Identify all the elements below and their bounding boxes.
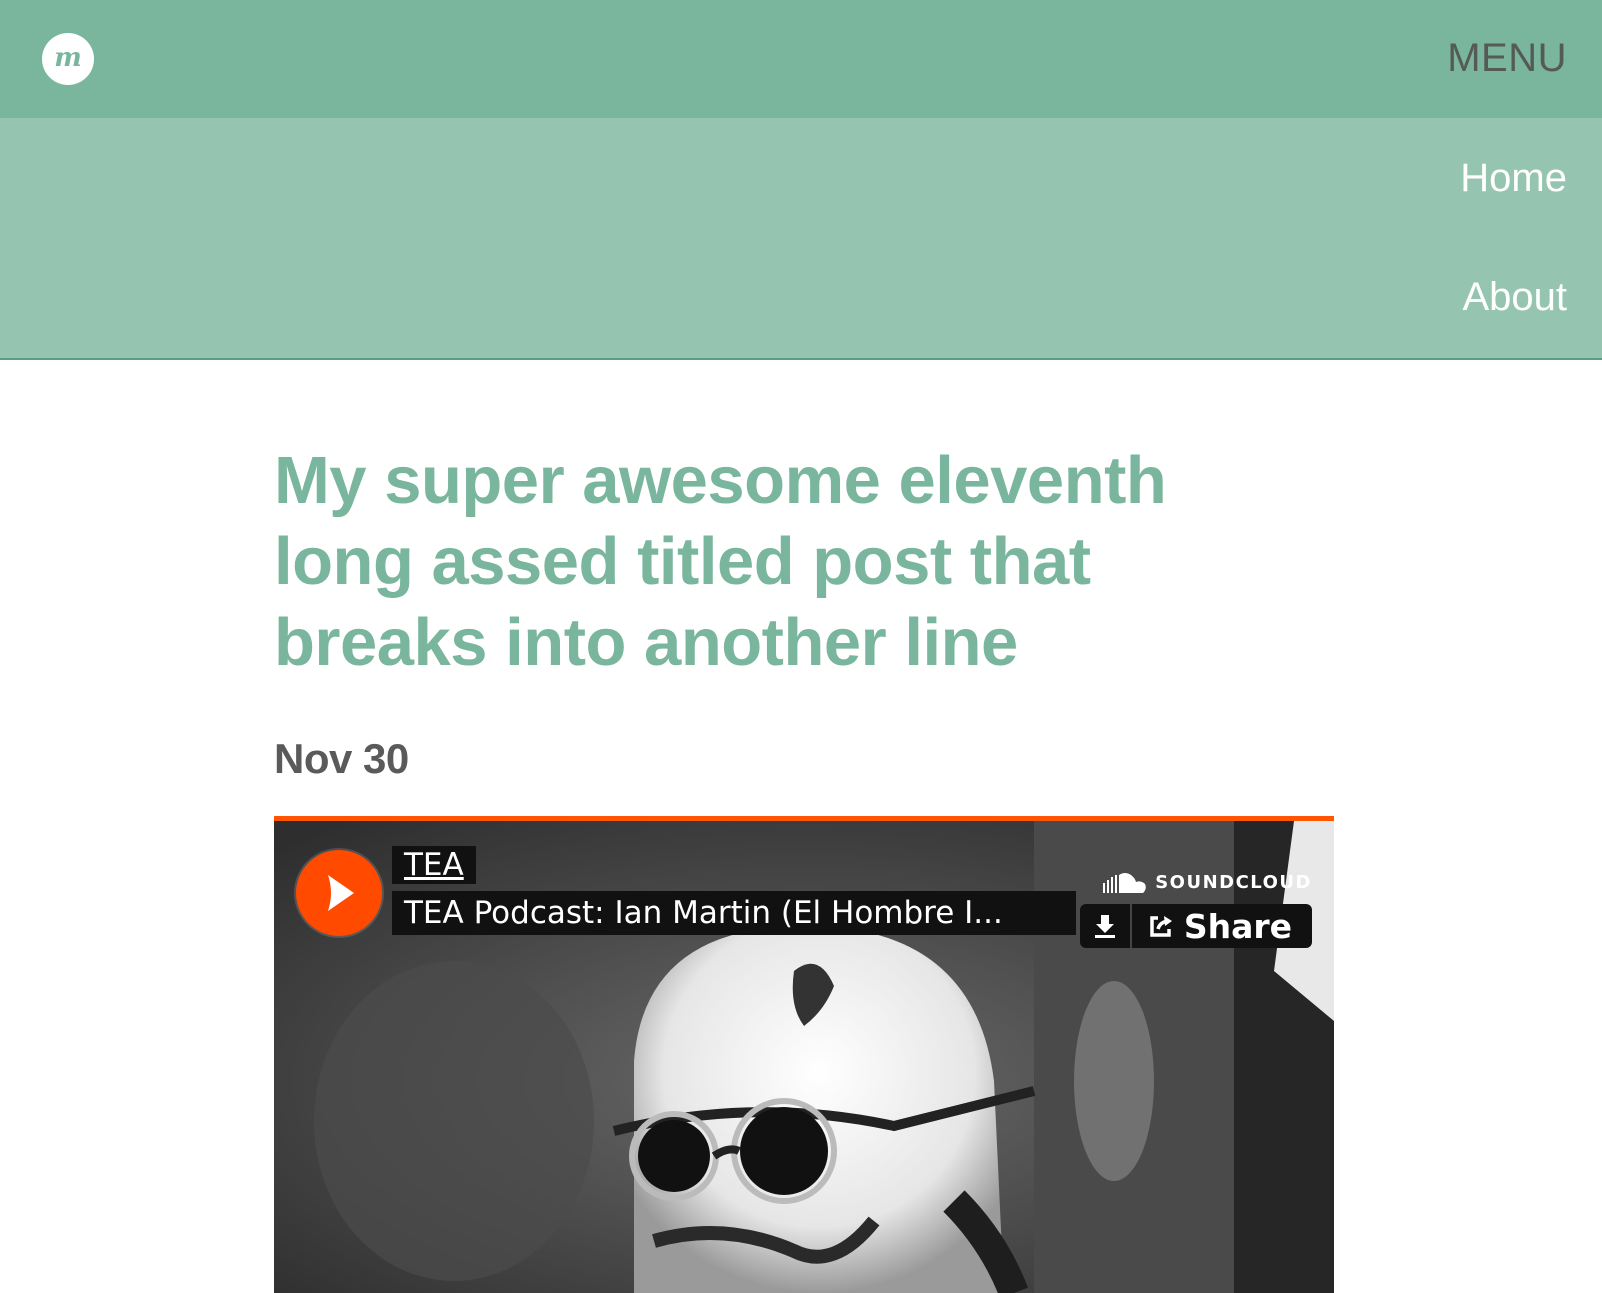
soundcloud-track-title[interactable]: TEA Podcast: Ian Martin (El Hombre I... xyxy=(392,891,1076,935)
soundcloud-player: TEA TEA Podcast: Ian Martin (El Hombre I… xyxy=(274,816,1334,1293)
top-bar: m MENU xyxy=(0,0,1602,118)
nav-link-about[interactable]: About xyxy=(1462,275,1567,319)
site-logo[interactable]: m xyxy=(42,33,94,85)
soundcloud-actions: Share xyxy=(1079,904,1312,948)
share-label: Share xyxy=(1183,906,1292,946)
play-button[interactable] xyxy=(296,850,382,936)
download-icon xyxy=(1094,915,1115,938)
download-button[interactable] xyxy=(1080,904,1132,948)
nav-link-home[interactable]: Home xyxy=(1460,156,1567,200)
soundcloud-brand[interactable]: SOUNDCLOUD xyxy=(1103,871,1312,893)
play-icon xyxy=(328,875,354,911)
soundcloud-user-link[interactable]: TEA xyxy=(392,846,476,884)
svg-text:m: m xyxy=(54,47,82,71)
menu-button[interactable]: MENU xyxy=(1447,36,1567,80)
soundcloud-logo-icon xyxy=(1103,873,1147,893)
share-button[interactable]: Share xyxy=(1132,904,1312,948)
soundcloud-brand-label: SOUNDCLOUD xyxy=(1155,871,1312,893)
nav-dropdown: Home About xyxy=(0,118,1602,360)
m-logo-icon: m xyxy=(54,47,82,71)
post-title[interactable]: My super awesome eleventh long assed tit… xyxy=(274,440,1274,683)
share-icon xyxy=(1150,916,1172,937)
post-date: Nov 30 xyxy=(274,735,409,782)
